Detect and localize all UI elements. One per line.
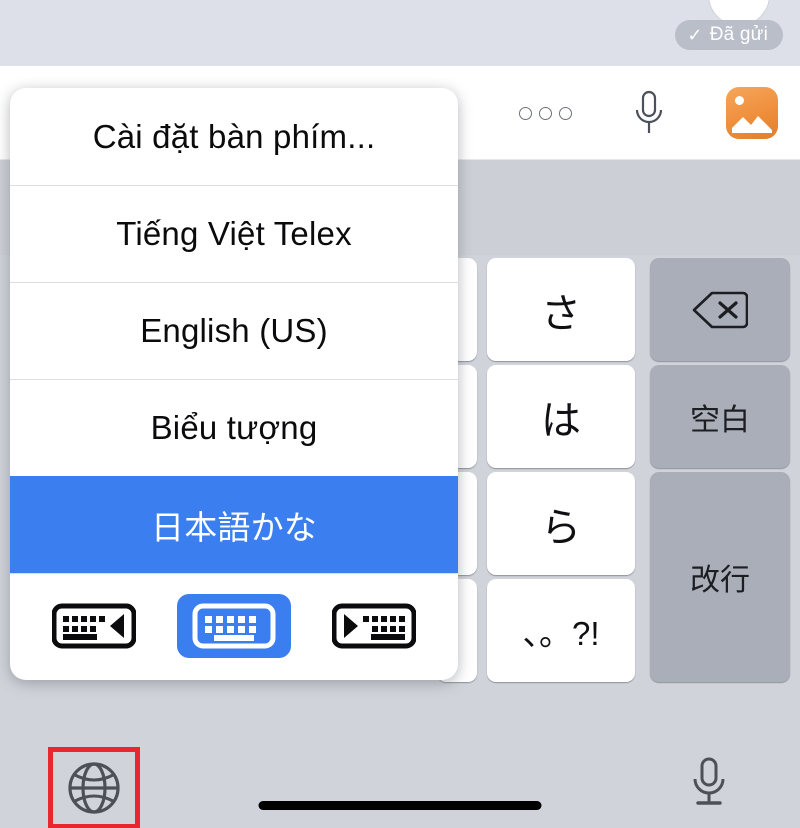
key-label: 、。?! — [522, 614, 600, 652]
microphone-icon — [693, 757, 725, 805]
menu-item-bieu-tuong[interactable]: Biểu tượng — [10, 379, 458, 476]
key-backspace[interactable] — [650, 258, 790, 361]
home-indicator — [258, 801, 542, 810]
keyboard-bottom-row — [0, 735, 800, 828]
menu-item-japanese-kana[interactable]: 日本語かな — [10, 476, 458, 573]
check-icon: ✓ — [687, 25, 703, 45]
key-punctuation[interactable]: 、。?! — [487, 579, 635, 682]
mountain-glyph — [732, 116, 772, 133]
key-return[interactable]: 改行 — [650, 472, 790, 682]
chat-banner: ✓ Đã gửi — [0, 0, 800, 66]
keyboard-full-icon — [192, 603, 276, 648]
keyboard-layout-row — [10, 573, 458, 678]
menu-item-tieng-viet-telex[interactable]: Tiếng Việt Telex — [10, 185, 458, 282]
key-label: 改行 — [690, 564, 750, 597]
key-sa[interactable]: さ — [487, 258, 635, 361]
photo-gallery-icon[interactable] — [726, 87, 778, 139]
menu-item-label: Tiếng Việt Telex — [116, 214, 352, 252]
phone-screen: ✓ Đã gửi さ は ら 、。?! 空白 改行 Cài đặt bàn ph… — [0, 0, 800, 828]
keyboard-dock-left-button[interactable] — [37, 594, 151, 658]
keyboard-dock-left-icon — [52, 603, 136, 648]
status-badge-label: Đã gửi — [709, 24, 768, 45]
key-label: 空白 — [690, 403, 750, 437]
toolbar-icon-group — [519, 66, 778, 160]
microphone-icon[interactable] — [632, 90, 666, 136]
globe-icon — [68, 762, 120, 814]
key-label: ら — [541, 505, 581, 550]
menu-item-label: 日本語かな — [151, 508, 317, 546]
menu-item-label: English (US) — [140, 311, 328, 349]
key-ra[interactable]: ら — [487, 472, 635, 575]
sun-glyph — [735, 96, 744, 105]
key-label: は — [541, 398, 581, 443]
keyboard-full-button[interactable] — [177, 593, 291, 658]
menu-item-label: Cài đặt bàn phím... — [92, 117, 376, 155]
more-options-icon[interactable] — [519, 106, 572, 120]
globe-button[interactable] — [48, 747, 140, 828]
status-badge: ✓ Đã gửi — [675, 20, 783, 50]
menu-item-label: Biểu tượng — [150, 408, 318, 446]
keyboard-dock-right-button[interactable] — [317, 594, 431, 658]
dictation-button[interactable] — [690, 757, 728, 809]
keyboard-language-popup: Cài đặt bàn phím... Tiếng Việt Telex Eng… — [10, 88, 458, 680]
key-label: さ — [541, 291, 581, 336]
menu-item-keyboard-settings[interactable]: Cài đặt bàn phím... — [10, 88, 458, 185]
menu-item-english-us[interactable]: English (US) — [10, 282, 458, 379]
key-ha[interactable]: は — [487, 365, 635, 468]
keyboard-dock-right-icon — [332, 603, 416, 648]
key-space[interactable]: 空白 — [650, 365, 790, 468]
backspace-icon — [692, 291, 748, 328]
